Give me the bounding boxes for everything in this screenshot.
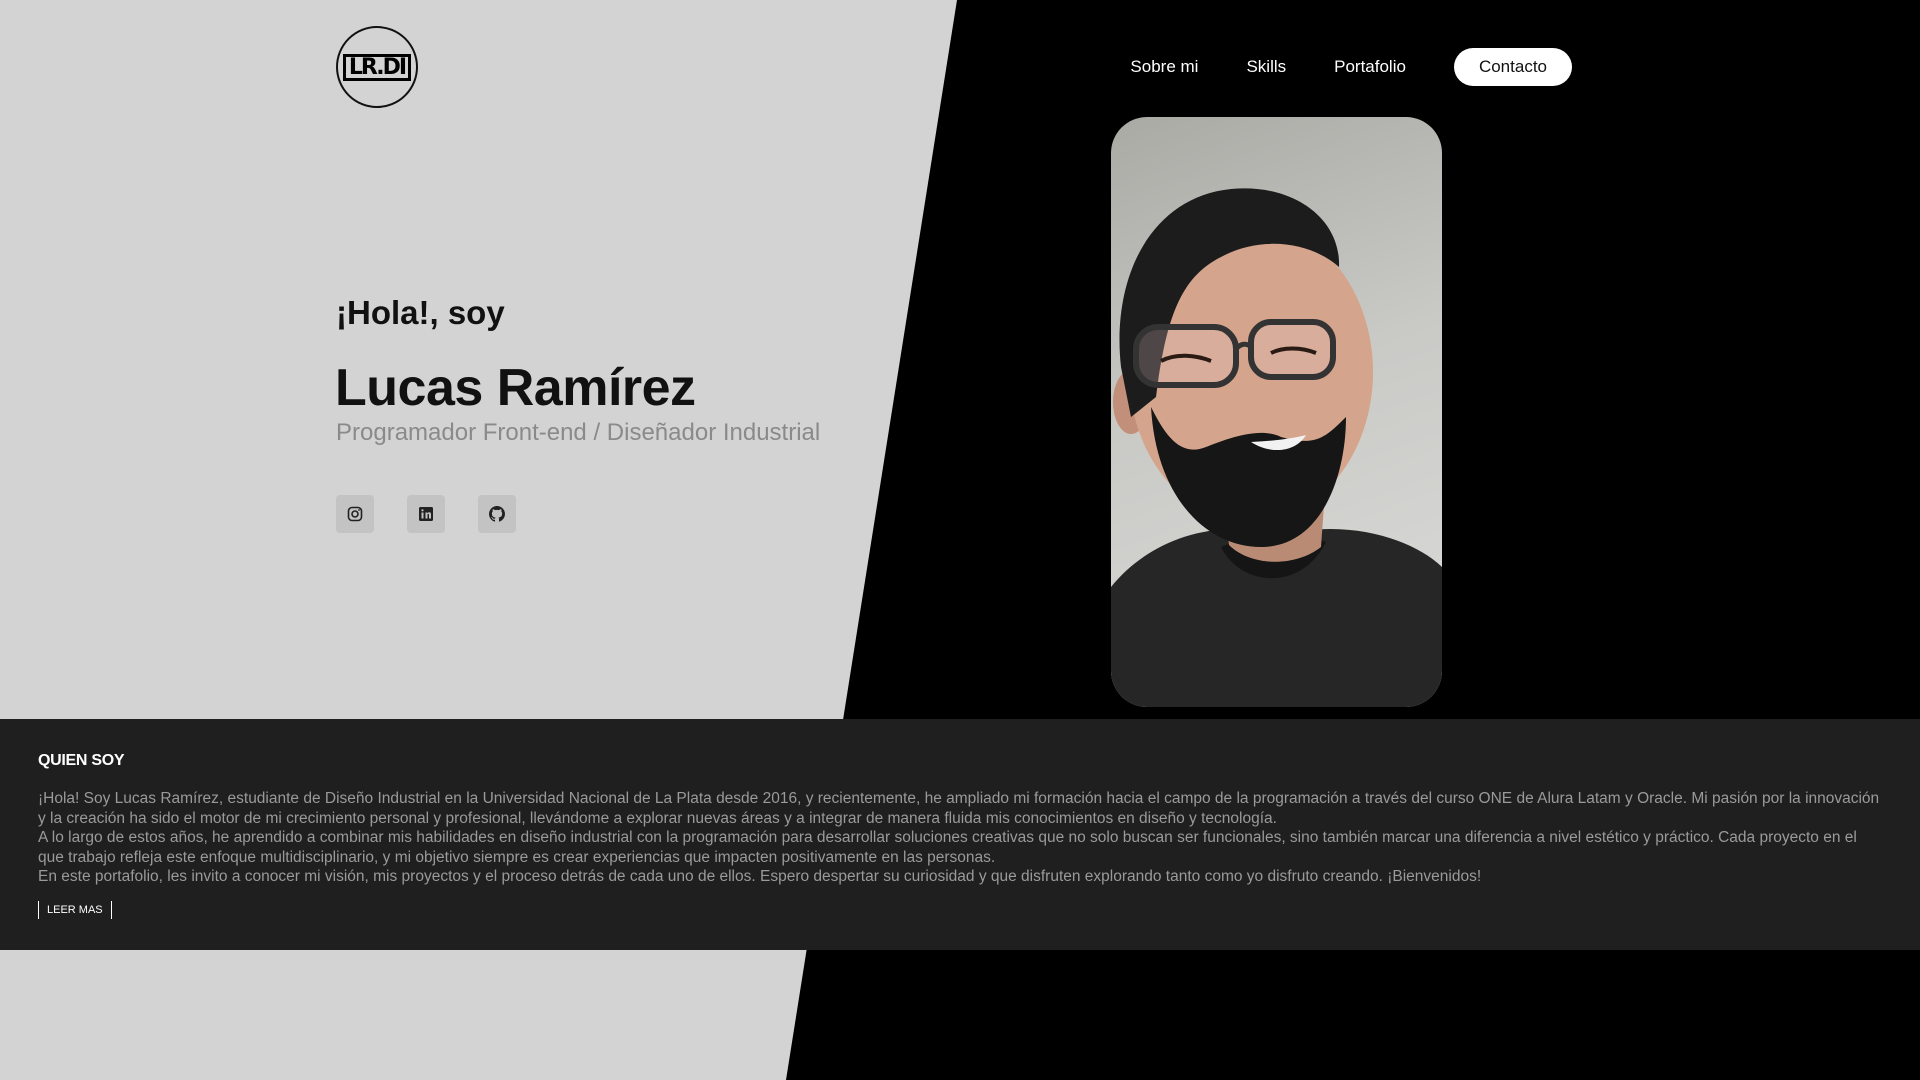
github-button[interactable]: [478, 495, 516, 533]
profile-photo: [1111, 117, 1442, 707]
about-title: QUIEN SOY: [38, 752, 125, 769]
about-body: ¡Hola! Soy Lucas Ramírez, estudiante de …: [38, 789, 1882, 887]
logo[interactable]: LR.DI: [336, 26, 418, 108]
contact-button[interactable]: Contacto: [1453, 48, 1572, 86]
nav-link-skills[interactable]: Skills: [1246, 57, 1286, 77]
hero-role: Programador Front-end / Diseñador Indust…: [336, 419, 821, 446]
nav-link-portafolio[interactable]: Portafolio: [1334, 57, 1406, 77]
about-section: QUIEN SOY ¡Hola! Soy Lucas Ramírez, estu…: [0, 719, 1920, 950]
logo-text: LR.DI: [342, 53, 412, 81]
about-paragraph: A lo largo de estos años, he aprendido a…: [38, 829, 1857, 866]
portrait-illustration: [1111, 188, 1442, 707]
nav-link-sobre-mi[interactable]: Sobre mi: [1130, 57, 1198, 77]
linkedin-icon: [419, 507, 433, 521]
about-paragraph: En este portafolio, les invito a conocer…: [38, 868, 1482, 886]
social-links: [336, 495, 516, 533]
instagram-icon: [347, 506, 363, 522]
main-nav: Sobre mi Skills Portafolio Contacto: [1130, 48, 1572, 86]
hero-greeting: ¡Hola!, soy: [336, 294, 505, 331]
hero-name: Lucas Ramírez: [335, 359, 696, 417]
github-icon: [489, 506, 505, 522]
instagram-button[interactable]: [336, 495, 374, 533]
about-paragraph: ¡Hola! Soy Lucas Ramírez, estudiante de …: [38, 790, 1880, 827]
linkedin-button[interactable]: [407, 495, 445, 533]
read-more-link[interactable]: LEER MAS: [38, 900, 112, 919]
page: LR.DI Sobre mi Skills Portafolio Contact…: [0, 0, 1920, 1080]
